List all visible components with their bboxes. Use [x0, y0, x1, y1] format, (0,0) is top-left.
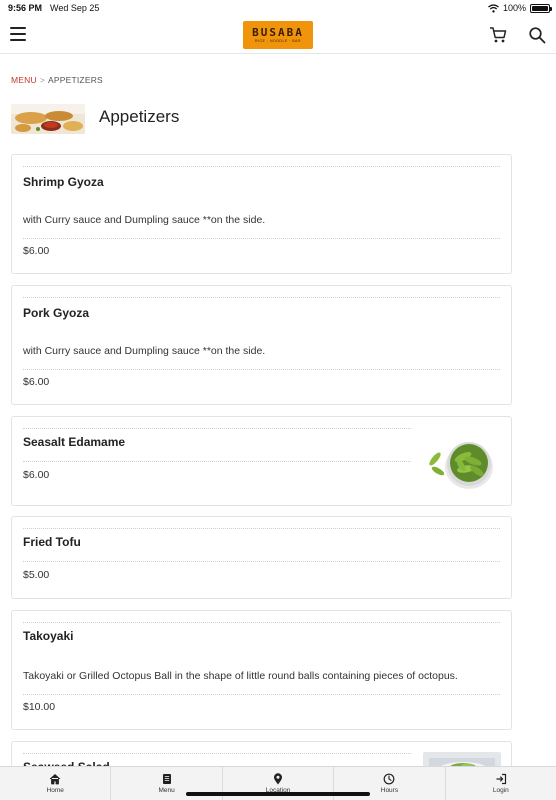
item-description: with Curry sauce and Dumpling sauce **on…	[23, 345, 266, 357]
tab-label: Home	[46, 787, 64, 794]
menu-item-card[interactable]: Takoyaki Takoyaki or Grilled Octopus Bal…	[11, 610, 512, 730]
logo-text: BUSABA	[252, 25, 304, 39]
item-description: with Curry sauce and Dumpling sauce **on…	[23, 214, 266, 226]
item-divider	[23, 369, 500, 370]
item-name: Pork Gyoza	[23, 306, 90, 320]
item-divider	[23, 694, 500, 695]
tab-label: Login	[492, 787, 509, 794]
breadcrumb: MENU > APPETIZERS	[11, 75, 103, 85]
clock-icon	[384, 773, 395, 785]
item-divider	[23, 238, 500, 239]
menu-item-card[interactable]: Shrimp Gyoza with Curry sauce and Dumpli…	[11, 154, 512, 274]
item-description: Takoyaki or Grilled Octopus Ball in the …	[23, 670, 458, 682]
item-price: $5.00	[23, 569, 50, 581]
item-top-divider	[23, 166, 500, 167]
cart-icon[interactable]	[489, 26, 507, 44]
item-price: $10.00	[23, 701, 56, 713]
home-indicator	[186, 792, 370, 796]
breadcrumb-current: APPETIZERS	[48, 75, 103, 85]
item-name: Fried Tofu	[23, 535, 81, 549]
item-divider	[23, 561, 500, 562]
item-top-divider	[23, 297, 500, 298]
login-icon	[496, 773, 506, 785]
edamame-photo[interactable]	[423, 429, 501, 495]
battery-percent: 100%	[502, 3, 526, 13]
status-time: 9:56 PM	[8, 3, 43, 13]
page-title: Appetizers	[99, 107, 180, 126]
wifi-icon	[488, 3, 499, 13]
item-top-divider	[23, 428, 411, 429]
tab-home[interactable]: Home	[0, 767, 112, 800]
logo-subtext: RICE · NOODLE · BAR	[254, 38, 302, 43]
hamburger-icon[interactable]	[10, 27, 26, 41]
item-price: $6.00	[23, 245, 50, 257]
category-image	[11, 104, 85, 134]
breadcrumb-menu-link[interactable]: MENU	[11, 75, 37, 85]
item-price: $6.00	[23, 469, 50, 481]
status-indicators: 100%	[488, 3, 552, 13]
item-name: Takoyaki	[23, 629, 74, 643]
item-price: $6.00	[23, 376, 50, 388]
tab-label: Menu	[158, 787, 175, 794]
status-bar: 9:56 PM Wed Sep 25 100%	[0, 0, 556, 16]
item-name: Shrimp Gyoza	[23, 175, 104, 189]
menu-item-card[interactable]: Pork Gyoza with Curry sauce and Dumpling…	[11, 285, 512, 405]
tab-login[interactable]: Login	[446, 767, 556, 800]
battery-level	[532, 5, 548, 11]
item-divider	[23, 461, 411, 462]
item-top-divider	[23, 528, 500, 529]
brand-logo[interactable]: BUSABA RICE · NOODLE · BAR	[243, 21, 313, 49]
tab-label: Hours	[380, 787, 399, 794]
app-header: BUSABA RICE · NOODLE · BAR	[0, 16, 556, 54]
item-top-divider	[23, 753, 411, 754]
breadcrumb-separator: >	[39, 75, 45, 85]
status-date: Wed Sep 25	[50, 3, 100, 13]
search-icon[interactable]	[528, 26, 546, 44]
menu-book-icon	[162, 774, 171, 784]
menu-item-card[interactable]: Fried Tofu $5.00	[11, 516, 512, 599]
home-icon	[49, 774, 61, 785]
menu-item-card[interactable]: Seasalt Edamame $6.00	[11, 416, 512, 506]
location-pin-icon	[274, 773, 283, 785]
item-top-divider	[23, 622, 500, 623]
battery-icon	[530, 3, 552, 13]
item-name: Seasalt Edamame	[23, 435, 126, 449]
